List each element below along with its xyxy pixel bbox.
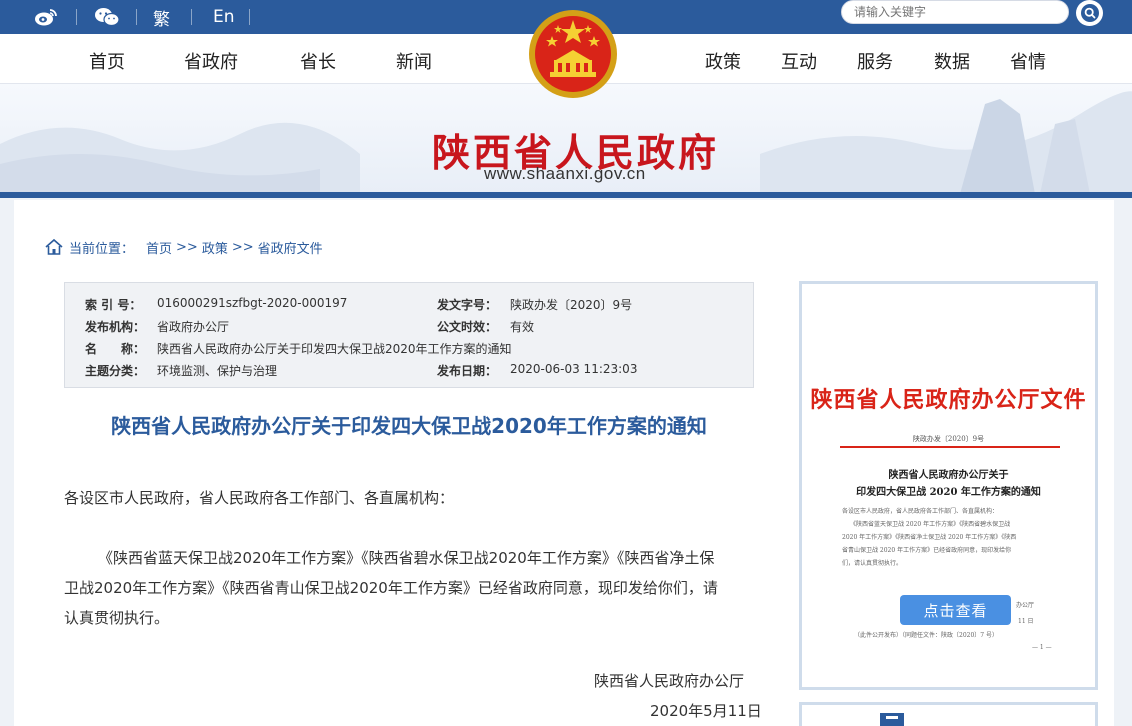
preview-number: 陕政办发〔2020〕9号 [912, 435, 985, 443]
site-url: www.shaanxi.gov.cn [484, 164, 646, 183]
preview-header: 陕西省人民政府办公厅文件 [810, 387, 1087, 413]
topic-label: 主题分类： [85, 364, 146, 378]
breadcrumb-label: 当前位置： [69, 241, 135, 257]
nav-item-home[interactable]: 首页 [89, 48, 125, 74]
nav-item-services[interactable]: 服务 [857, 48, 893, 74]
document-info-table: 索 引 号： 016000291szfbgt-2020-000197 发文字号：… [64, 282, 754, 388]
breadcrumb-home[interactable]: 首页 [146, 238, 172, 257]
preview-body-line: 《陕西省蓝天保卫战 2020 年工作方案》《陕西省碧水保卫战 [850, 521, 1011, 528]
home-icon [45, 238, 63, 255]
preview-office-tail: 办公厅 [1016, 602, 1035, 609]
publish-date-label: 发布日期： [437, 364, 498, 378]
search-input[interactable] [841, 0, 1069, 24]
validity-value: 有效 [510, 320, 535, 334]
preview-body-line: 2020 年工作方案》《陕西省净土保卫战 2020 年工作方案》《陕西 [842, 534, 1017, 541]
nav-item-data[interactable]: 数据 [934, 48, 970, 74]
preview-body-line: 们，请认真贯彻执行。 [842, 560, 903, 567]
preview-body-line: 省青山保卫战 2020 年工作方案》已经省政府同意，现印发给你 [842, 547, 1012, 554]
preview-body-line: 各设区市人民政府，省人民政府各工作部门、各直属机构： [842, 508, 999, 515]
document-signer: 陕西省人民政府办公厅 [594, 672, 745, 690]
nav-item-news[interactable]: 新闻 [396, 48, 432, 74]
document-sign-date: 2020年5月11日 [650, 702, 762, 720]
publisher-label: 发布机构： [85, 320, 146, 334]
search-button[interactable] [1076, 0, 1103, 26]
nav-item-provincial-government[interactable]: 省政府 [184, 48, 238, 74]
nav-item-province-info[interactable]: 省情 [1010, 48, 1046, 74]
nav-item-policy[interactable]: 政策 [705, 48, 741, 74]
validity-label: 公文时效： [437, 320, 498, 334]
document-preview[interactable]: 陕西省人民政府办公厅文件 陕政办发〔2020〕9号 陕西省人民政府办公厅关于 印… [799, 281, 1098, 690]
document-body-line: 认真贯彻执行。 [64, 609, 170, 627]
download-icon [880, 713, 904, 726]
nav-item-interaction[interactable]: 互动 [781, 48, 817, 74]
preview-red-line [840, 446, 1060, 448]
index-label: 索 引 号： [85, 298, 142, 312]
document-body-line: 《陕西省蓝天保卫战2020年工作方案》《陕西省碧水保卫战2020年工作方案》《陕… [98, 549, 715, 567]
national-emblem [529, 10, 617, 98]
preview-title-line: 陕西省人民政府办公厅关于 [888, 470, 1009, 481]
name-label: 名 称： [85, 342, 146, 356]
search-icon [1080, 4, 1099, 22]
wechat-icon[interactable] [94, 0, 120, 34]
view-document-button[interactable]: 点击查看 [900, 595, 1011, 625]
weibo-icon[interactable] [34, 0, 58, 34]
download-box[interactable] [799, 702, 1098, 726]
nav-item-governor[interactable]: 省长 [300, 48, 336, 74]
preview-day-tail: 11 日 [1018, 618, 1034, 625]
document-title: 陕西省人民政府办公厅关于印发四大保卫战2020年工作方案的通知 [111, 414, 707, 438]
preview-page-number: — 1 — [1032, 644, 1052, 651]
preview-note: （此件公开发布）（同题任文件：陕政〔2020〕7 号） [854, 632, 998, 639]
breadcrumb-provincial-documents[interactable]: 省政府文件 [258, 238, 323, 257]
preview-title-line: 印发四大保卫战 2020 年工作方案的通知 [856, 487, 1041, 498]
doc-number-value: 陕政办发〔2020〕9号 [510, 298, 633, 312]
doc-number-label: 发文字号： [437, 298, 498, 312]
name-value: 陕西省人民政府办公厅关于印发四大保卫战2020年工作方案的通知 [157, 342, 512, 356]
breadcrumb-separator: >> [176, 239, 198, 255]
publish-date-value: 2020-06-03 11:23:03 [510, 362, 638, 376]
breadcrumb-separator: >> [231, 239, 254, 255]
english-toggle[interactable]: En [213, 0, 235, 34]
publisher-value: 省政府办公厅 [157, 320, 230, 334]
breadcrumb: 当前位置： 首页 >> 政策 >> 省政府文件 [44, 236, 327, 258]
document-greeting: 各设区市人民政府，省人民政府各工作部门、各直属机构： [64, 489, 455, 507]
breadcrumb-policy[interactable]: 政策 [202, 238, 228, 257]
traditional-chinese-toggle[interactable]: 繁 [153, 0, 170, 34]
index-value: 016000291szfbgt-2020-000197 [157, 296, 348, 310]
document-body-line: 卫战2020年工作方案》《陕西省青山保卫战2020年工作方案》已经省政府同意，现… [64, 579, 718, 597]
topic-value: 环境监测、保护与治理 [157, 364, 278, 378]
